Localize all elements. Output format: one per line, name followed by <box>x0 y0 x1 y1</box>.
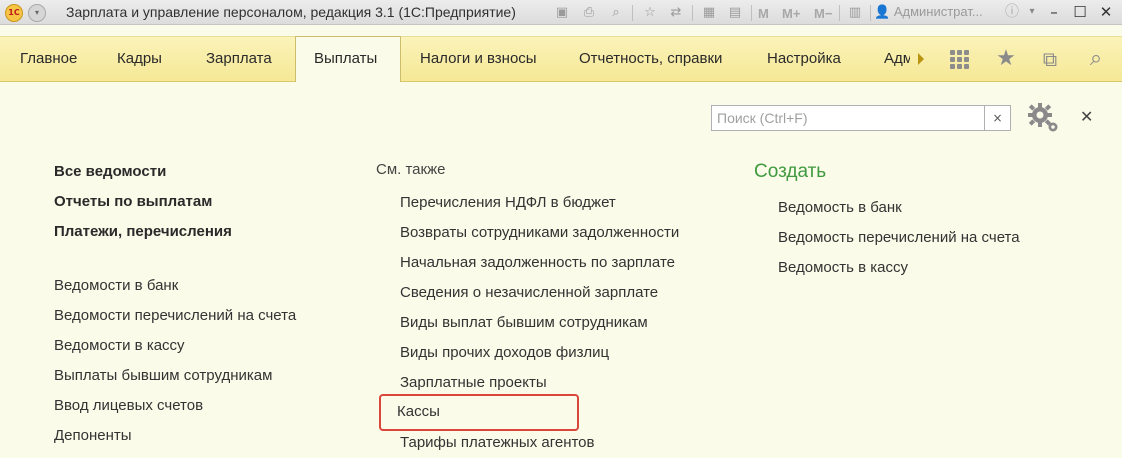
tab-main[interactable]: Главное <box>20 37 77 82</box>
gear-icon[interactable] <box>1026 102 1060 134</box>
see-also-item[interactable]: Возвраты сотрудниками задолженности <box>400 224 679 241</box>
nav-link-cash-statements[interactable]: Ведомости в кассу <box>54 337 185 354</box>
nav-link-deposits[interactable]: Депоненты <box>54 427 132 444</box>
user-icon: 👤 <box>874 4 891 19</box>
favorites-star-icon[interactable]: ★ <box>992 45 1020 73</box>
minimize-button[interactable]: – <box>1040 1 1068 23</box>
nav-link-bank-statements[interactable]: Ведомости в банк <box>54 277 178 294</box>
see-also-item[interactable]: Тарифы платежных агентов <box>400 434 595 451</box>
see-also-item[interactable]: Начальная задолженность по зарплате <box>400 254 675 271</box>
history-icon[interactable]: ⧉ <box>1036 45 1064 73</box>
payment-reports-link[interactable]: Отчеты по выплатам <box>54 193 212 210</box>
sections-bar: Главное Кадры Зарплата Выплаты Налоги и … <box>0 36 1122 82</box>
payments-transfers-link[interactable]: Платежи, перечисления <box>54 223 232 240</box>
user-name: Администрат... <box>893 4 983 19</box>
tab-admin[interactable]: Адм <box>884 37 910 82</box>
main-menu-icon[interactable]: ▾ <box>28 4 46 22</box>
nav-link-account-transfers[interactable]: Ведомости перечислений на счета <box>54 307 296 324</box>
nav-link-former-employees[interactable]: Выплаты бывшим сотрудникам <box>54 367 272 384</box>
close-panel-icon[interactable]: ✕ <box>1080 107 1093 126</box>
tabs-scroll-right-icon[interactable] <box>918 53 924 65</box>
see-also-item[interactable]: Виды прочих доходов физлиц <box>400 344 609 361</box>
search-input[interactable]: Поиск (Ctrl+F) <box>711 105 985 131</box>
tab-payments[interactable]: Выплаты <box>295 36 401 82</box>
favorites-icon[interactable]: ☆ <box>640 3 660 22</box>
create-item-bank-statement[interactable]: Ведомость в банк <box>778 199 902 216</box>
preview-icon[interactable]: ⌕ <box>606 3 626 22</box>
tab-salary[interactable]: Зарплата <box>206 37 272 82</box>
current-user[interactable]: 👤 Администрат... <box>874 4 983 20</box>
create-item-account-transfer[interactable]: Ведомость перечислений на счета <box>778 229 1020 246</box>
app-logo-icon[interactable]: 1С <box>5 4 23 22</box>
see-also-item[interactable]: Зарплатные проекты <box>400 374 547 391</box>
memory-add-button[interactable]: M+ <box>782 6 800 21</box>
calendar-icon[interactable]: ▤ <box>725 3 745 22</box>
see-also-item[interactable]: Виды выплат бывшим сотрудникам <box>400 314 648 331</box>
memory-subtract-button[interactable]: M− <box>814 6 832 21</box>
tab-hr[interactable]: Кадры <box>117 37 162 82</box>
search-clear-icon[interactable]: × <box>985 105 1011 131</box>
link-icon[interactable]: ⇄ <box>666 3 686 22</box>
maximize-button[interactable]: ☐ <box>1066 1 1094 23</box>
nav-link-personal-accounts[interactable]: Ввод лицевых счетов <box>54 397 203 414</box>
all-statements-link[interactable]: Все ведомости <box>54 163 166 180</box>
print-icon[interactable]: ⎙ <box>579 3 599 22</box>
memory-store-button[interactable]: M <box>758 6 769 21</box>
calculator-icon[interactable]: ▦ <box>699 3 719 22</box>
all-functions-icon[interactable] <box>950 50 970 70</box>
tab-reports[interactable]: Отчетность, справки <box>579 37 722 82</box>
close-window-button[interactable]: ✕ <box>1092 1 1120 23</box>
highlight-annotation <box>379 394 579 431</box>
create-heading: Создать <box>754 161 827 182</box>
tab-settings[interactable]: Настройка <box>767 37 841 82</box>
search-icon[interactable]: ⌕ <box>1082 45 1110 73</box>
save-icon[interactable]: ▣ <box>552 3 572 22</box>
panels-icon[interactable]: ▥ <box>844 3 866 22</box>
see-also-heading: См. также <box>376 161 446 178</box>
window-title: Зарплата и управление персоналом, редакц… <box>66 4 516 20</box>
title-bar: 1С ▾ Зарплата и управление персоналом, р… <box>0 0 1122 25</box>
see-also-item[interactable]: Перечисления НДФЛ в бюджет <box>400 194 616 211</box>
tab-taxes[interactable]: Налоги и взносы <box>420 37 537 82</box>
create-item-cash-statement[interactable]: Ведомость в кассу <box>778 259 908 276</box>
see-also-item[interactable]: Сведения о незачисленной зарплате <box>400 284 658 301</box>
